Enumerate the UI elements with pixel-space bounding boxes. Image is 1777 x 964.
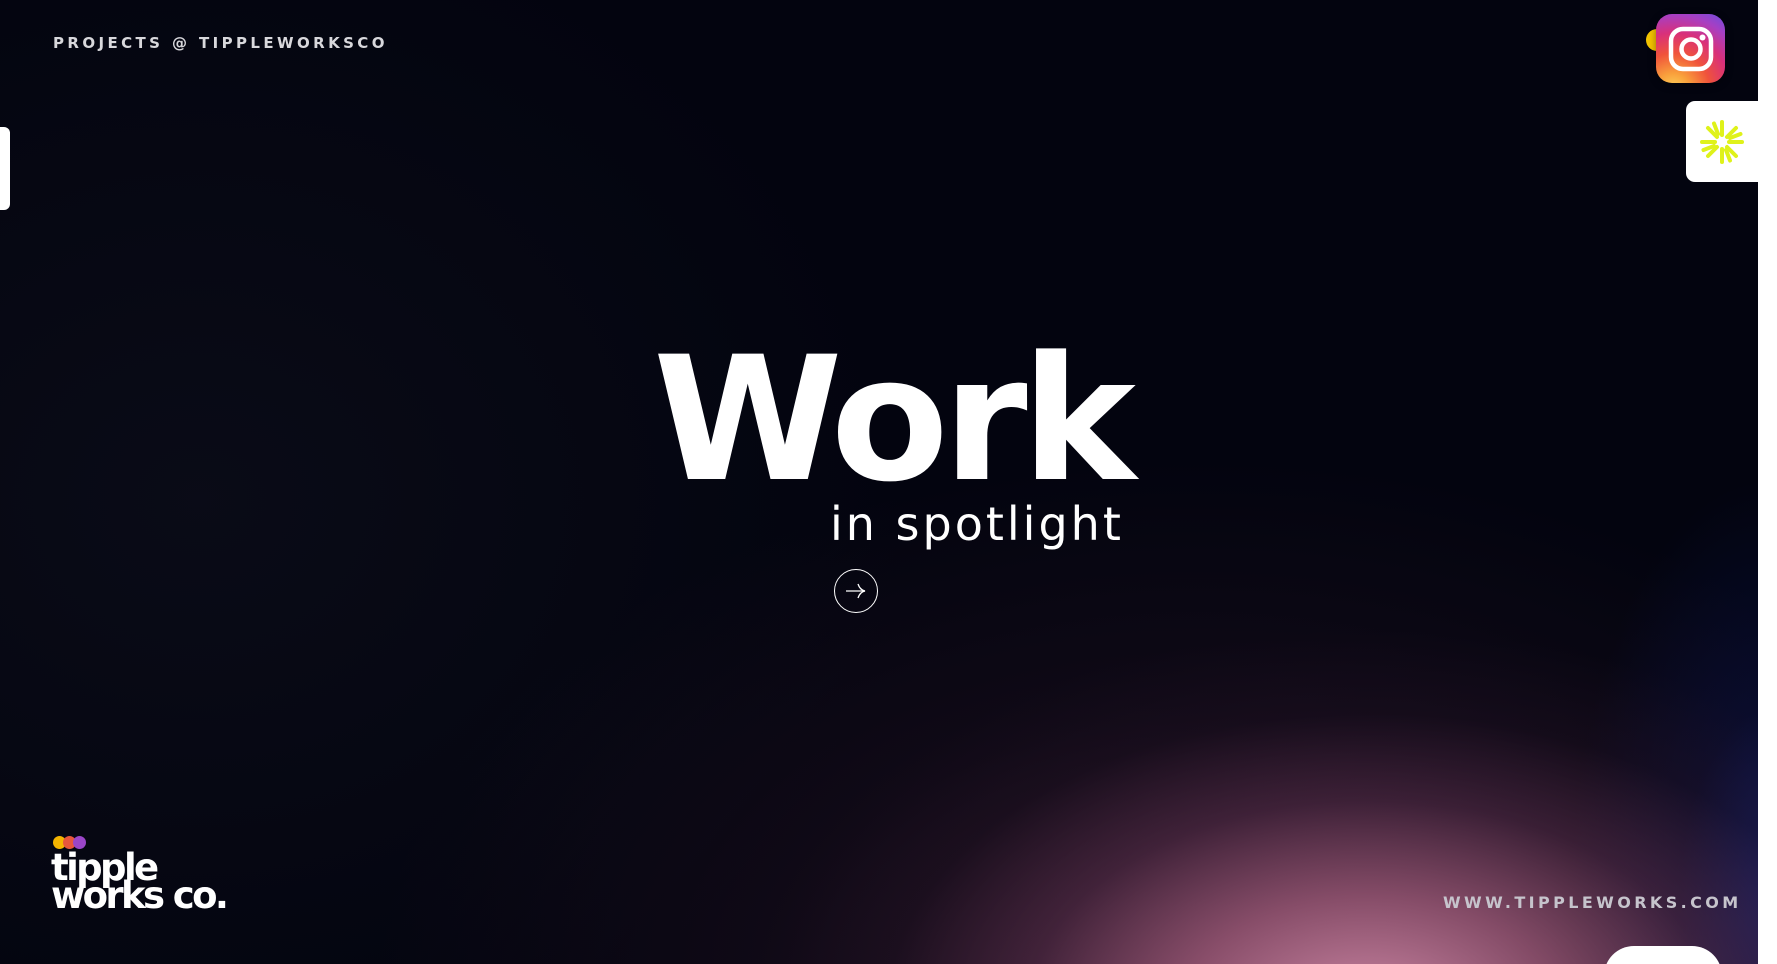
page-root: PROJECTS @ TIPPLEWORKSCO Work in spotlig…: [0, 0, 1777, 964]
website-url[interactable]: WWW.TIPPLEWORKS.COM: [1443, 893, 1742, 912]
bottom-pill-button[interactable]: [1604, 946, 1722, 964]
hero-subtitle: in spotlight: [830, 497, 1124, 551]
spark-widget-button[interactable]: [1686, 101, 1758, 182]
left-side-tab[interactable]: [0, 127, 10, 210]
hero-title: Work: [653, 319, 1136, 520]
right-edge-strip: [1758, 0, 1777, 964]
scroll-arrow-button[interactable]: [834, 569, 878, 613]
brand-logo[interactable]: tipple works co.: [51, 836, 233, 936]
instagram-button[interactable]: [1656, 14, 1725, 83]
logo-line-2: works co.: [51, 874, 229, 917]
asterisk-spark-icon: [1700, 119, 1744, 164]
header-label[interactable]: PROJECTS @ TIPPLEWORKSCO: [53, 34, 388, 52]
arrow-right-icon: [846, 583, 866, 599]
instagram-icon: [1668, 26, 1713, 71]
